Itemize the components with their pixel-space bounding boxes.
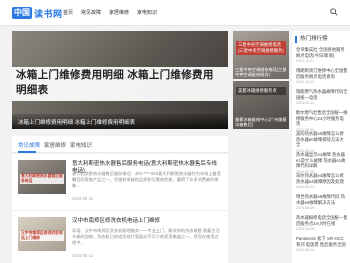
- ranking-date: 2024-05-19: [296, 185, 315, 189]
- tab-common-faults[interactable]: 常见故障: [18, 141, 40, 149]
- ranking-date: 2024-03-14: [296, 101, 315, 105]
- main-nav: 首页 常见故障 家居维修 家电知识: [63, 9, 157, 17]
- ranking-title[interactable]: 热水器报修电话全国统一售后服务点24小时在线: [296, 215, 348, 226]
- ranking-item[interactable]: Panasonic 松下 SR-HCC系列 电饭煲 售后服务全国 2024-05…: [296, 236, 348, 252]
- nav-item-appliance-knowledge[interactable]: 家电知识: [137, 9, 157, 17]
- ranking-title[interactable]: Panasonic 松下 SR-HCC系列 电饭煲 售后服务全国: [296, 236, 348, 247]
- category-tabs: 常见故障 家居维修 家电知识: [12, 136, 228, 153]
- nav-item-faults[interactable]: 常见故障: [81, 9, 101, 17]
- ranking-date: 2024-05-14: [296, 248, 315, 252]
- article-date: 2024-05-11: [72, 253, 94, 258]
- ranking-date: 2024-10-10: [296, 80, 315, 84]
- ranking-title[interactable]: 瑞能燃气热水器故障代码全国统一电话: [296, 89, 348, 100]
- article-item[interactable]: 意大利斯密热水器售后服务电话 意大利斯密热水器售后服务电话(意大利斯密热水器售后…: [12, 154, 228, 212]
- ranking-title[interactable]: 热水器显示e1故障 热水器e1是什么故障 热水器e1故障代码详解: [296, 152, 348, 169]
- logo-text: 读书网: [34, 8, 63, 19]
- ranking-title[interactable]: 欧尔燃气灶售后全国统一维修服务中心24小时服务电话: [296, 110, 348, 127]
- thumb-overlay-text: 三星中央空调维修电话(三星中央空调维修服务): [236, 41, 286, 55]
- hero-caption-bar: 冰箱上门维修费用明细 冰箱上门维修费用明细表: [12, 114, 228, 129]
- thumb-caption[interactable]: 美菱冰箱维修中心(广州美菱冰箱售后): [235, 117, 287, 127]
- site-logo[interactable]: 中国 读书网: [12, 6, 63, 20]
- ranking-title[interactable]: 海尔热水器e4故障怎么修 热水器e4故障原因及处理: [296, 173, 348, 184]
- featured-thumb[interactable]: 美菱冰箱维修服务点 美菱冰箱维修中心(广州美菱冰箱售后): [233, 81, 289, 129]
- nav-item-home[interactable]: 首页: [63, 9, 73, 17]
- ranking-item[interactable]: 热水器报修电话全国统一售后服务点24小时在线 2024-04-26: [296, 215, 348, 231]
- featured-thumb[interactable]: 三星中央空调维修电话(三星中央空调维修服务) 三星中央空调维修电话(三星中央空调…: [233, 31, 289, 79]
- ranking-date: 2024-04-26: [296, 227, 315, 231]
- ranking-item[interactable]: 海尔热水器e4故障怎么修 热水器e4故障原因及处理 2024-05-19: [296, 173, 348, 189]
- ranking-date: 2024-11-01: [296, 59, 315, 63]
- hero-overlay-text: 冰箱上门维修费用明细 冰箱上门维修费用明细表: [16, 69, 214, 96]
- ranking-title[interactable]: 美的热水器e0故障怎么修 热水器e0故障排除方法大全: [296, 131, 348, 148]
- hero-caption[interactable]: 冰箱上门维修费用明细 冰箱上门维修费用明细表: [18, 118, 135, 126]
- hot-ranking-sidebar: 热门排行榜 金帝集成灶-全国各地服务网点电话(今日/新闻) 2024-11-01…: [292, 31, 350, 263]
- ranking-item[interactable]: 博世热水器e9故障代码 热水器e9故障解决方法 2024-06-09: [296, 194, 348, 210]
- article-summary: 意大利斯密热水器售后服务电话：400-****-915意大利斯密热水器作为市场上…: [72, 171, 221, 188]
- article-item[interactable]: 汉中市南郑区修洗衣机电话上门维修 汉中市南郑区修洗衣机电话上门维修 导语：汉中市…: [12, 210, 228, 263]
- article-date: 2024-05-11: [72, 196, 94, 201]
- ranking-date: 2024-06-09: [296, 206, 315, 210]
- article-thumbnail[interactable]: 意大利斯密热水器售后服务电话: [18, 160, 66, 194]
- ranking-item[interactable]: 欧尔燃气灶售后全国统一维修服务中心24小时服务电话 2024-06-20: [296, 110, 348, 132]
- search-icon[interactable]: [330, 8, 338, 16]
- thumb-overlay-text: 美菱冰箱维修服务点: [236, 87, 286, 95]
- sidebar-heading: 热门排行榜: [295, 36, 328, 43]
- hero-banner[interactable]: 冰箱上门维修费用明细 冰箱上门维修费用明细表 冰箱上门维修费用明细 冰箱上门维修…: [12, 31, 228, 129]
- article-thumb-text: 意大利斯密热水器售后服务电话: [20, 174, 64, 184]
- logo-mark: 中国: [12, 7, 32, 19]
- article-thumbnail[interactable]: 汉中市南郑区修洗衣机电话上门维修: [18, 217, 66, 251]
- article-title[interactable]: 汉中市南郑区修洗衣机电话上门维修: [72, 218, 222, 225]
- ranking-item[interactable]: 热水器显示e1故障 热水器e1是什么故障 热水器e1故障代码详解 2024-07…: [296, 152, 348, 174]
- active-tab-indicator: [18, 151, 36, 153]
- ranking-title[interactable]: 博朗剃须刀维修中心全国售后服务网点电话查询: [296, 68, 348, 79]
- tab-home-repair[interactable]: 家居维修: [44, 141, 66, 149]
- site-header: 中国 读书网 首页 常见故障 家居维修 家电知识: [0, 0, 350, 26]
- tab-appliance-knowledge[interactable]: 家电知识: [70, 141, 92, 149]
- article-summary: 导语：汉中市南郑区洗衣机修理服务——专业上门，解决你的洗衣难题 随着生活节奏的加…: [72, 228, 220, 245]
- ranking-title[interactable]: 金帝集成灶-全国各地服务网点电话(今日/新闻): [296, 47, 348, 58]
- thumb-caption[interactable]: 三星中央空调维修电话(三星中央空调维修服务): [235, 67, 287, 77]
- ranking-item[interactable]: 金帝集成灶-全国各地服务网点电话(今日/新闻) 2024-11-01: [296, 47, 348, 63]
- ranking-title[interactable]: 博世热水器e9故障代码 热水器e9故障解决方法: [296, 194, 348, 205]
- ranking-item[interactable]: 博朗剃须刀维修中心全国售后服务网点电话查询 2024-10-10: [296, 68, 348, 84]
- article-thumb-text: 汉中市南郑区修洗衣机电话上门维修: [20, 231, 64, 241]
- ranking-item[interactable]: 美的热水器e0故障怎么修 热水器e0故障排除方法大全 2024-06-24: [296, 131, 348, 153]
- ranking-item[interactable]: 瑞能燃气热水器故障代码全国统一电话 2024-03-14: [296, 89, 348, 105]
- nav-item-home-repair[interactable]: 家居维修: [109, 9, 129, 17]
